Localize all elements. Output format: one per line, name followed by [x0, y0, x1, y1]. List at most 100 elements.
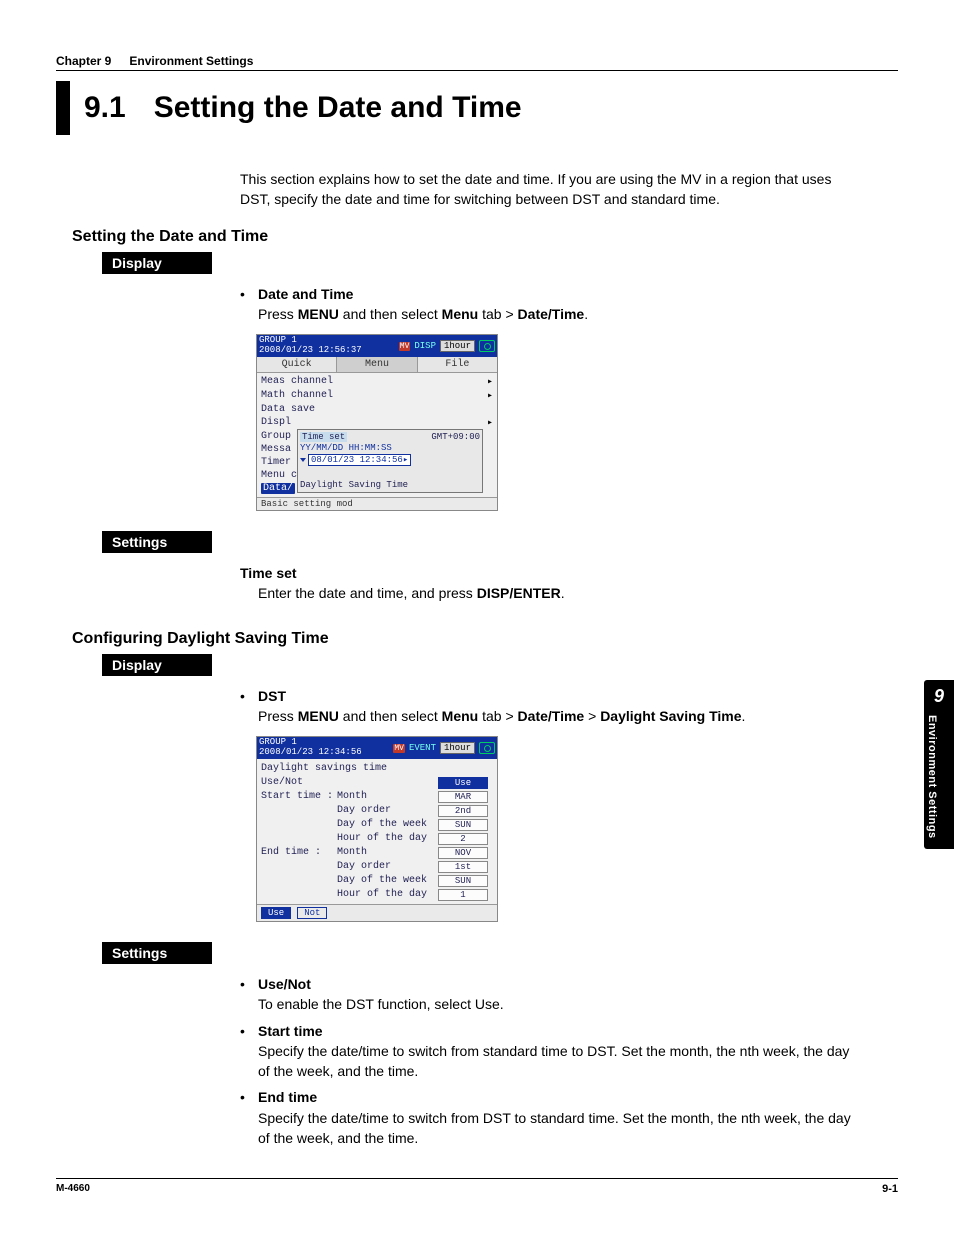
date-time-item: Date/Time — [518, 306, 585, 322]
popup-title: Time set — [300, 432, 347, 442]
ss2-heading: Daylight savings time — [261, 763, 493, 776]
field-dow: Day of the week — [337, 819, 433, 830]
field-dow: Day of the week — [337, 875, 433, 886]
footer-page-number: 9-1 — [882, 1183, 898, 1195]
hour-button[interactable]: 1hour — [440, 340, 475, 352]
use-not-value[interactable]: Use — [438, 777, 488, 789]
footer-doc-id: M-4660 — [56, 1183, 90, 1195]
bullet-end-time-body: Specify the date/time to switch from DST… — [258, 1108, 860, 1149]
dst-bullet: •DST Press MENU and then select Menu tab… — [240, 686, 860, 727]
field-hour: Hour of the day — [337, 833, 433, 844]
side-tab-text: Environment Settings — [926, 715, 938, 839]
text: Enter the date and time, and press — [258, 585, 477, 601]
key-icon — [479, 340, 495, 352]
side-chapter-tab: 9 Environment Settings — [924, 680, 954, 849]
start-dow-value[interactable]: SUN — [438, 819, 488, 831]
start-time-label: Start time : — [261, 791, 337, 802]
hour-button[interactable]: 1hour — [440, 742, 475, 754]
foot-not-button[interactable]: Not — [297, 907, 327, 919]
time-value: 08/01/23 12:34:56 — [311, 455, 403, 465]
time-set-setting: Time set Enter the date and time, and pr… — [240, 563, 860, 604]
display-tag: Display — [102, 654, 212, 676]
popup-dst-label[interactable]: Daylight Saving Time — [300, 466, 480, 490]
bullet-use-not-body: To enable the DST function, select Use. — [258, 994, 860, 1014]
popup-format: YY/MM/DD HH:MM:SS — [300, 442, 480, 454]
text: tab > — [478, 708, 517, 724]
text: Press — [258, 306, 298, 322]
start-month-value[interactable]: MAR — [438, 791, 488, 803]
display-tag: Display — [102, 252, 212, 274]
section-heading-date-time: Setting the Date and Time — [72, 228, 898, 246]
intro-paragraph: This section explains how to set the dat… — [240, 169, 850, 210]
chapter-header: Chapter 9 Environment Settings — [56, 54, 898, 71]
ss1-badge: DISP — [414, 341, 436, 351]
screenshot-date-time-menu: GROUP 1 2008/01/23 12:56:37 MV DISP 1hou… — [256, 334, 498, 511]
text: and then select — [339, 306, 442, 322]
dropdown-icon[interactable] — [300, 458, 306, 462]
page-title: 9.1 Setting the Date and Time — [56, 81, 898, 135]
dst-settings-bullets: •Use/Not To enable the DST function, sel… — [240, 974, 860, 1148]
menu-item[interactable]: Meas channel — [261, 376, 487, 387]
bullet-start-time-body: Specify the date/time to switch from sta… — [258, 1041, 860, 1082]
menu-item[interactable]: Displ — [261, 417, 487, 428]
end-time-label: End time : — [261, 847, 337, 858]
end-dayorder-value[interactable]: 1st — [438, 861, 488, 873]
field-day-order: Day order — [337, 805, 433, 816]
disp-enter-key: DISP/ENTER — [477, 585, 561, 601]
foot-use-button[interactable]: Use — [261, 907, 291, 919]
field-day-order: Day order — [337, 861, 433, 872]
tab-file[interactable]: File — [418, 357, 497, 372]
chapter-label: Chapter 9 — [56, 54, 111, 68]
popup-timezone: GMT+09:00 — [431, 432, 480, 442]
menu-tab: Menu — [442, 306, 479, 322]
use-not-label: Use/Not — [261, 777, 337, 788]
title-text: Setting the Date and Time — [154, 91, 522, 125]
menu-key: MENU — [298, 306, 339, 322]
menu-item[interactable]: Math channel — [261, 390, 487, 401]
bullet-use-not: Use/Not — [258, 976, 311, 992]
status-chip-icon: MV — [393, 744, 405, 753]
end-hour-value[interactable]: 1 — [438, 889, 488, 901]
end-month-value[interactable]: NOV — [438, 847, 488, 859]
bullet-end-time: End time — [258, 1089, 317, 1105]
side-tab-number: 9 — [926, 686, 952, 707]
bullet-title: DST — [258, 688, 286, 704]
menu-item-selected[interactable]: Data/ — [261, 483, 295, 494]
setting-heading: Time set — [240, 565, 297, 581]
screenshot-dst-settings: GROUP 1 2008/01/23 12:34:56 MV EVENT 1ho… — [256, 736, 498, 922]
dst-item: Daylight Saving Time — [600, 708, 741, 724]
time-input[interactable]: 08/01/23 12:34:56▸ — [308, 454, 411, 466]
text: . — [561, 585, 565, 601]
menu-key: MENU — [298, 708, 339, 724]
field-month: Month — [337, 847, 433, 858]
key-icon — [479, 742, 495, 754]
title-bar-icon — [56, 81, 70, 135]
bullet-title: Date and Time — [258, 286, 353, 302]
section-heading-dst: Configuring Daylight Saving Time — [72, 630, 898, 648]
end-dow-value[interactable]: SUN — [438, 875, 488, 887]
ss1-bottom-left[interactable]: Basic setting mod — [261, 499, 353, 509]
start-dayorder-value[interactable]: 2nd — [438, 805, 488, 817]
text: and then select — [339, 708, 442, 724]
chapter-title: Environment Settings — [129, 54, 253, 68]
status-chip-icon: MV — [399, 342, 411, 351]
ss1-bottom-right — [353, 499, 493, 509]
field-month: Month — [337, 791, 433, 802]
menu-item[interactable]: Data save — [261, 404, 493, 415]
text: . — [584, 306, 588, 322]
tab-quick[interactable]: Quick — [257, 357, 337, 372]
ss2-timestamp: 2008/01/23 12:34:56 — [259, 748, 389, 758]
title-number: 9.1 — [84, 91, 126, 125]
date-time-bullet: •Date and Time Press MENU and then selec… — [240, 284, 860, 325]
text: . — [742, 708, 746, 724]
settings-tag: Settings — [102, 531, 212, 553]
bullet-start-time: Start time — [258, 1023, 323, 1039]
start-hour-value[interactable]: 2 — [438, 833, 488, 845]
menu-tab: Menu — [442, 708, 479, 724]
text: Press — [258, 708, 298, 724]
text: tab > — [478, 306, 517, 322]
tab-menu[interactable]: Menu — [337, 357, 417, 372]
ss2-badge: EVENT — [409, 743, 436, 753]
field-hour: Hour of the day — [337, 889, 433, 900]
text: > — [584, 708, 600, 724]
